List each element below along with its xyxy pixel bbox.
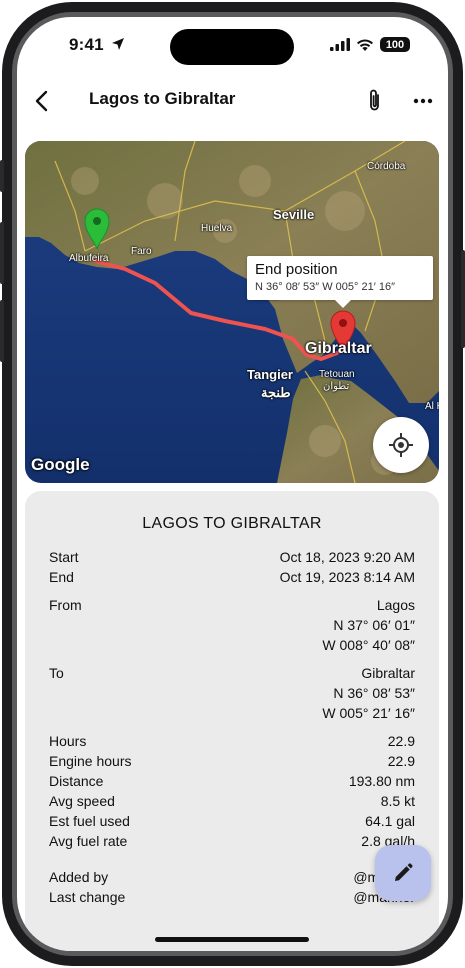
hours-value: 22.9 [387,733,415,749]
status-indicators: 100 [330,37,410,52]
battery-level: 100 [385,38,405,51]
map-label-cordoba: Córdoba [367,161,406,172]
to-label: To [49,665,64,681]
pencil-icon [395,863,413,881]
attach-button[interactable] [363,87,387,115]
cellular-signal-icon [330,38,350,51]
status-time-text: 9:41 [69,35,104,54]
google-attribution: Google [31,455,90,474]
map-label-faro: Faro [131,246,152,257]
fuel-rate-label: Avg fuel rate [49,833,128,849]
side-button-action [0,160,4,192]
location-arrow-icon [111,38,124,50]
to-name: Gibraltar [361,665,415,681]
map-label-tetouan-arabic: تطوان [323,381,350,392]
ellipsis-icon [413,98,433,104]
callout-title: End position [255,261,338,278]
edit-button[interactable] [375,845,431,901]
page-title: Lagos to Gibraltar [89,89,236,108]
map-label-albufeira: Albufeira [69,253,109,264]
paperclip-icon [370,89,379,111]
back-button[interactable] [29,87,57,115]
hours-label: Hours [49,733,87,749]
map-label-tangier: Tangier [247,367,293,382]
status-time: 9:41 [69,35,125,55]
map-label-gibraltar: Gibraltar [305,340,372,357]
distance-label: Distance [49,773,104,789]
added-by-label: Added by [49,869,109,885]
wifi-icon [357,39,373,51]
to-longitude: W 005° 21′ 16″ [322,705,415,721]
more-button[interactable] [411,87,435,115]
start-value: Oct 18, 2023 9:20 AM [279,549,415,565]
side-button-volume-up [0,222,4,284]
side-button-power [461,250,465,348]
end-position-callout[interactable]: End position N 36° 08′ 53″ W 005° 21′ 16… [247,256,433,308]
dynamic-island [170,29,294,65]
end-value: Oct 19, 2023 8:14 AM [279,569,415,585]
trip-title: LAGOS TO GIBRALTAR [142,515,322,532]
map-label-al-h: Al H [425,401,439,412]
callout-coords: N 36° 08′ 53″ W 005° 21′ 16″ [255,281,395,293]
fuel-used-value: 64.1 gal [365,813,415,829]
map-label-huelva: Huelva [201,223,233,234]
from-label: From [49,597,82,613]
avg-speed-label: Avg speed [49,793,115,809]
map-label-tangier-arabic: طنجة [261,385,291,400]
screen: 9:41 100 Lagos to Gibraltar Córdoba Sevi… [17,17,448,951]
fuel-used-label: Est fuel used [49,813,130,829]
engine-hours-value: 22.9 [387,753,415,769]
distance-value: 193.80 nm [348,773,415,789]
side-button-volume-down [0,300,4,362]
crosshair-icon [389,433,413,457]
nav-bar: Lagos to Gibraltar [17,79,448,123]
avg-speed-value: 8.5 kt [380,793,415,809]
end-label: End [49,569,74,585]
engine-hours-label: Engine hours [49,753,132,769]
route-map[interactable]: Córdoba Seville Huelva Faro Albufeira Cá… [25,141,439,483]
from-latitude: N 37° 06′ 01″ [333,617,415,633]
map-label-tetouan: Tetouan [319,369,355,380]
home-indicator[interactable] [155,937,309,942]
start-label: Start [49,549,79,565]
recenter-button[interactable] [373,417,429,473]
to-latitude: N 36° 08′ 53″ [333,685,415,701]
battery-indicator: 100 [380,37,410,52]
from-longitude: W 008° 40′ 08″ [322,637,415,653]
from-name: Lagos [376,597,415,613]
last-change-label: Last change [49,889,126,905]
map-label-seville: Seville [273,207,315,222]
chevron-left-icon [35,90,48,112]
